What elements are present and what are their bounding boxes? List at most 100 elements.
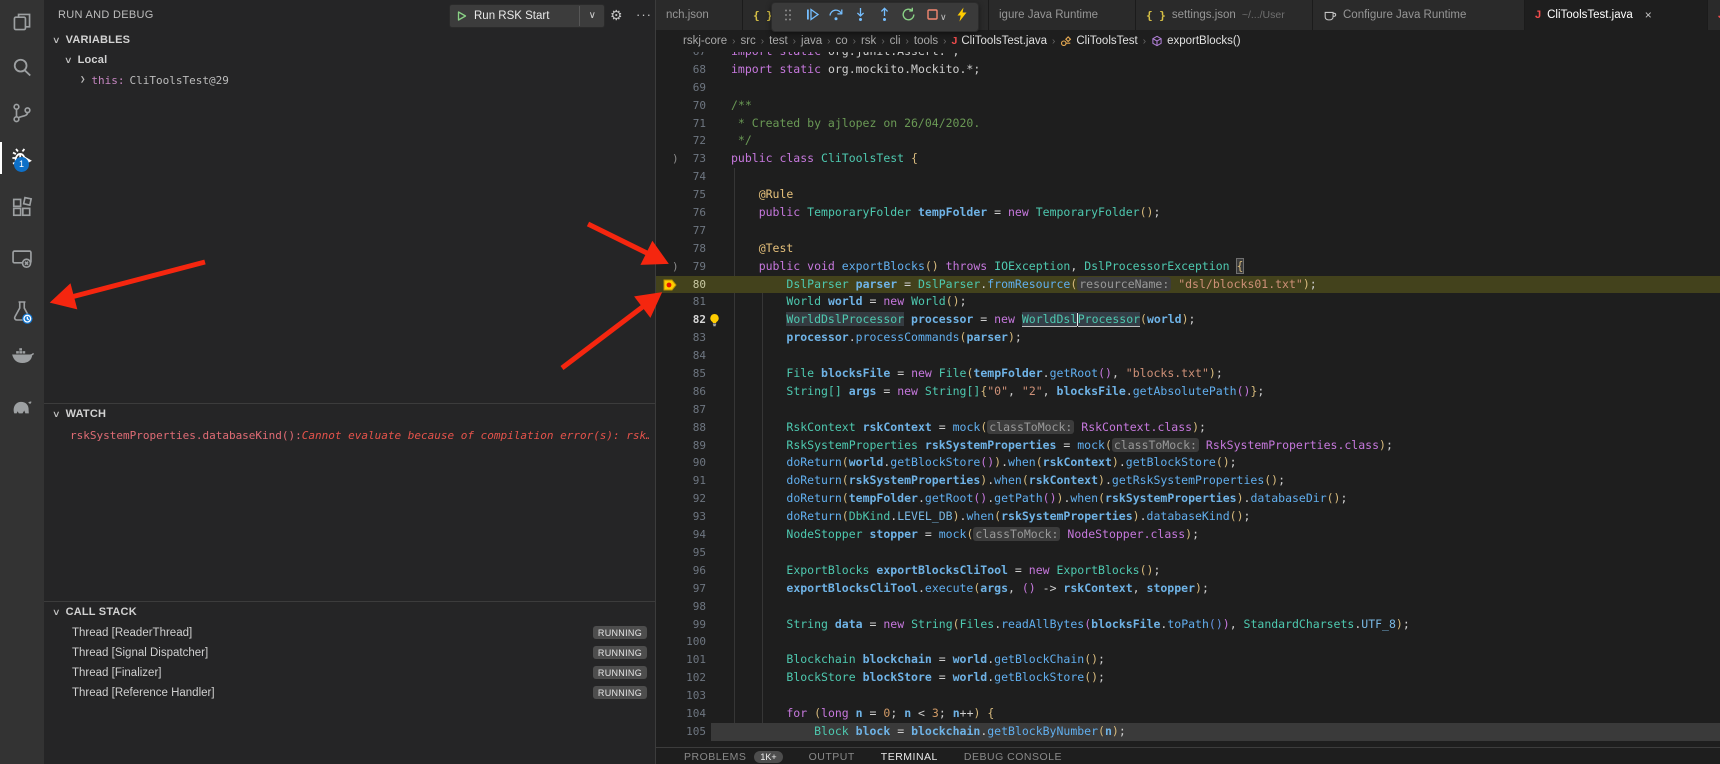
code-text[interactable]: public void exportBlocks() throws IOExce… — [731, 258, 1243, 276]
activity-item-docker[interactable] — [0, 335, 44, 375]
gutter[interactable] — [656, 115, 686, 133]
line-number[interactable]: 86 — [686, 383, 706, 401]
breadcrumb-item-rsk[interactable]: rsk — [861, 35, 876, 47]
line-number[interactable]: 71 — [686, 115, 706, 133]
code-line-75[interactable]: 75 @Rule — [656, 186, 1720, 204]
code-line-76[interactable]: 76 public TemporaryFolder tempFolder = n… — [656, 204, 1720, 222]
code-line-85[interactable]: 85 File blocksFile = new File(tempFolder… — [656, 365, 1720, 383]
code-text[interactable]: NodeStopper stopper = mock(classToMock: … — [731, 526, 1199, 544]
breadcrumb-item-test[interactable]: test — [769, 35, 788, 47]
lightbulb-icon[interactable] — [708, 313, 721, 327]
code-line-78[interactable]: 78 @Test — [656, 240, 1720, 258]
code-text[interactable]: doReturn(rskSystemProperties).when(rskCo… — [731, 472, 1285, 490]
panel-tab-debug-console[interactable]: DEBUG CONSOLE — [964, 748, 1062, 764]
activity-item-source-control[interactable] — [0, 93, 44, 133]
activity-item-extensions[interactable] — [0, 187, 44, 227]
activity-item-run-debug[interactable]: 1 — [0, 138, 44, 178]
editor-tab-Configure Java Runtime[interactable]: Configure Java Runtime — [1313, 0, 1525, 30]
code-line-99[interactable]: 99 String data = new String(Files.readAl… — [656, 616, 1720, 634]
drag-handle-button[interactable] — [776, 5, 800, 29]
line-number[interactable]: 72 — [686, 132, 706, 150]
panel-tab-terminal[interactable]: TERMINAL — [881, 748, 938, 764]
panel-tab-output[interactable]: OUTPUT — [809, 748, 855, 764]
line-number[interactable]: 102 — [686, 669, 706, 687]
code-text[interactable]: public class CliToolsTest { — [731, 150, 918, 168]
code-line-74[interactable]: 74 — [656, 168, 1720, 186]
call-stack-thread-row[interactable]: Thread [Reference Handler]RUNNING — [44, 683, 655, 703]
code-line-70[interactable]: 70/** — [656, 97, 1720, 115]
variables-local-group[interactable]: ∨ Local — [56, 51, 655, 69]
line-number[interactable]: 94 — [686, 526, 706, 544]
breadcrumb-item-cli[interactable]: cli — [890, 35, 901, 47]
code-line-72[interactable]: 72 */ — [656, 132, 1720, 150]
code-text[interactable]: exportBlocksCliTool.execute(args, () -> … — [731, 580, 1209, 598]
code-text[interactable]: RskSystemProperties rskSystemProperties … — [731, 437, 1393, 455]
gutter[interactable] — [656, 401, 686, 419]
code-line-102[interactable]: 102 BlockStore blockStore = world.getBlo… — [656, 669, 1720, 687]
breadcrumb-item-src[interactable]: src — [740, 35, 755, 47]
call-stack-thread-row[interactable]: Thread [Signal Dispatcher]RUNNING — [44, 643, 655, 663]
variables-section-header[interactable]: ∨ VARIABLES — [44, 31, 655, 49]
line-number[interactable]: 69 — [686, 79, 706, 97]
code-line-71[interactable]: 71 * Created by ajlopez on 26/04/2020. — [656, 115, 1720, 133]
code-text[interactable]: DslParser parser = DslParser.fromResourc… — [731, 276, 1317, 294]
code-text[interactable]: String data = new String(Files.readAllBy… — [731, 616, 1410, 634]
code-line-91[interactable]: 91 doReturn(rskSystemProperties).when(rs… — [656, 472, 1720, 490]
line-number[interactable]: 104 — [686, 705, 706, 723]
run-config-dropdown[interactable]: Run RSK Start ∨ — [449, 4, 605, 28]
line-number[interactable]: 82 — [686, 311, 706, 329]
editor-tab-hidden-6[interactable]: J — [1708, 0, 1720, 30]
breadcrumb-symbol-CliToolsTest[interactable]: CliToolsTest — [1060, 35, 1137, 47]
line-number[interactable]: 68 — [686, 61, 706, 79]
line-number[interactable]: 89 — [686, 437, 706, 455]
code-text[interactable]: doReturn(DbKind.LEVEL_DB).when(rskSystem… — [731, 508, 1250, 526]
line-number[interactable]: 79 — [686, 258, 706, 276]
restart-button[interactable] — [896, 5, 920, 29]
line-number[interactable]: 100 — [686, 633, 706, 651]
code-text[interactable]: ExportBlocks exportBlocksCliTool = new E… — [731, 562, 1160, 580]
code-line-105[interactable]: 105 Block block = blockchain.getBlockByN… — [656, 723, 1720, 741]
line-number[interactable]: 99 — [686, 616, 706, 634]
gutter[interactable] — [656, 580, 686, 598]
code-line-86[interactable]: 86 String[] args = new String[]{"0", "2"… — [656, 383, 1720, 401]
watch-section-header[interactable]: ∨ WATCH — [44, 405, 655, 423]
line-number[interactable]: 70 — [686, 97, 706, 115]
gutter[interactable]: ) — [656, 150, 686, 168]
code-text[interactable]: String[] args = new String[]{"0", "2", b… — [731, 383, 1264, 401]
code-text[interactable]: */ — [731, 132, 752, 150]
line-number[interactable]: 92 — [686, 490, 706, 508]
call-stack-thread-row[interactable]: Thread [ReaderThread]RUNNING — [44, 623, 655, 643]
code-line-88[interactable]: 88 RskContext rskContext = mock(classToM… — [656, 419, 1720, 437]
code-line-80[interactable]: 80 DslParser parser = DslParser.fromReso… — [656, 276, 1720, 294]
fold-region-icon[interactable]: ) — [672, 150, 679, 168]
gutter[interactable] — [656, 311, 686, 329]
code-line-89[interactable]: 89 RskSystemProperties rskSystemProperti… — [656, 437, 1720, 455]
gutter[interactable] — [656, 293, 686, 311]
code-text[interactable]: public TemporaryFolder tempFolder = new … — [731, 204, 1160, 222]
line-number[interactable]: 98 — [686, 598, 706, 616]
code-line-100[interactable]: 100 — [656, 633, 1720, 651]
code-text[interactable]: import static org.mockito.Mockito.*; — [731, 61, 980, 79]
code-line-94[interactable]: 94 NodeStopper stopper = mock(classToMoc… — [656, 526, 1720, 544]
gutter[interactable] — [656, 240, 686, 258]
code-line-84[interactable]: 84 — [656, 347, 1720, 365]
editor-tab-CliToolsTest.java[interactable]: JCliToolsTest.java× — [1525, 0, 1708, 30]
breadcrumb-file[interactable]: JCliToolsTest.java — [952, 35, 1048, 47]
line-number[interactable]: 73 — [686, 150, 706, 168]
line-number[interactable]: 85 — [686, 365, 706, 383]
code-text[interactable]: BlockStore blockStore = world.getBlockSt… — [731, 669, 1105, 687]
gutter[interactable] — [656, 97, 686, 115]
gutter[interactable] — [656, 562, 686, 580]
code-line-93[interactable]: 93 doReturn(DbKind.LEVEL_DB).when(rskSys… — [656, 508, 1720, 526]
gutter[interactable] — [656, 526, 686, 544]
code-text[interactable]: Blockchain blockchain = world.getBlockCh… — [731, 651, 1105, 669]
code-text[interactable]: Block block = blockchain.getBlockByNumbe… — [731, 723, 1126, 741]
code-line-92[interactable]: 92 doReturn(tempFolder.getRoot().getPath… — [656, 490, 1720, 508]
line-number[interactable]: 91 — [686, 472, 706, 490]
gutter[interactable] — [656, 651, 686, 669]
line-number[interactable]: 80 — [686, 276, 706, 294]
breadcrumb-item-tools[interactable]: tools — [914, 35, 938, 47]
activity-item-test-flask[interactable] — [0, 292, 44, 332]
gutter[interactable] — [656, 204, 686, 222]
code-line-77[interactable]: 77 — [656, 222, 1720, 240]
